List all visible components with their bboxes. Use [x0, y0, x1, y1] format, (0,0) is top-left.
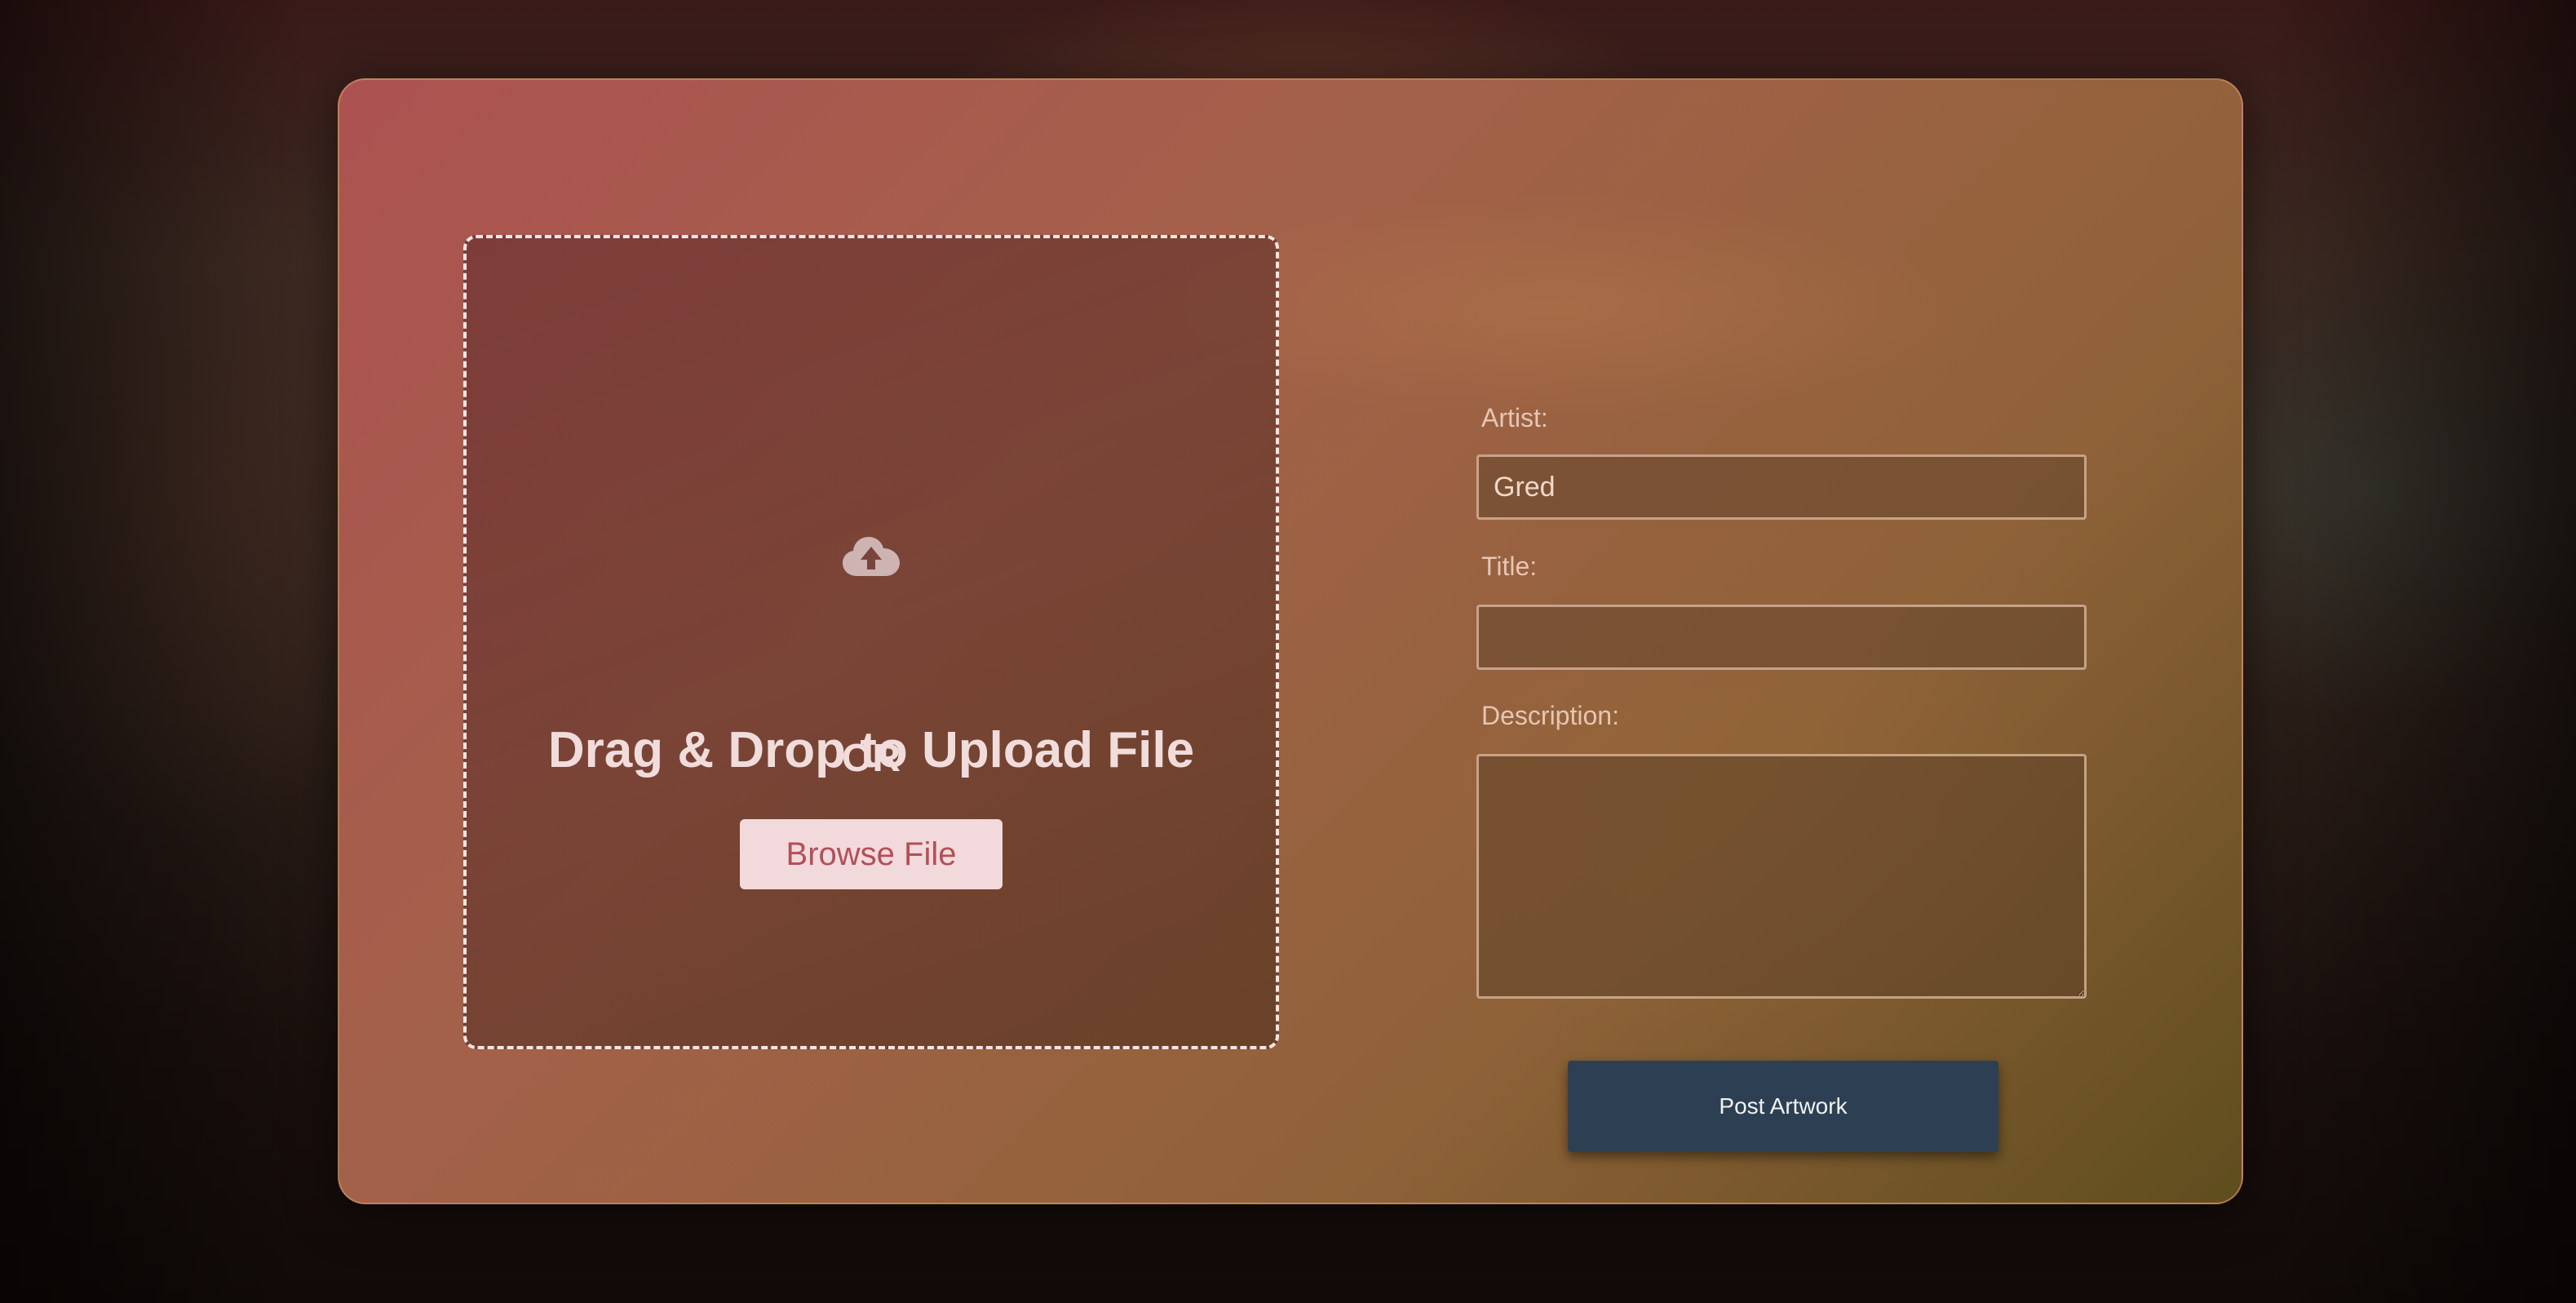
browse-file-button[interactable]: Browse File [740, 819, 1003, 889]
description-label: Description: [1481, 701, 1619, 730]
artist-label: Artist: [1481, 403, 1548, 432]
description-textarea[interactable] [1476, 754, 2087, 999]
file-dropzone[interactable] [463, 235, 1279, 1049]
title-label: Title: [1481, 552, 1538, 581]
upload-card: Drag & Drop to Upload File OR Browse Fil… [338, 78, 2243, 1204]
post-artwork-button[interactable]: Post Artwork [1568, 1061, 1998, 1152]
title-input[interactable] [1476, 605, 2087, 670]
artist-input[interactable] [1476, 454, 2087, 520]
dropzone-or-separator: OR [842, 737, 901, 780]
cloud-upload-icon [843, 537, 900, 576]
